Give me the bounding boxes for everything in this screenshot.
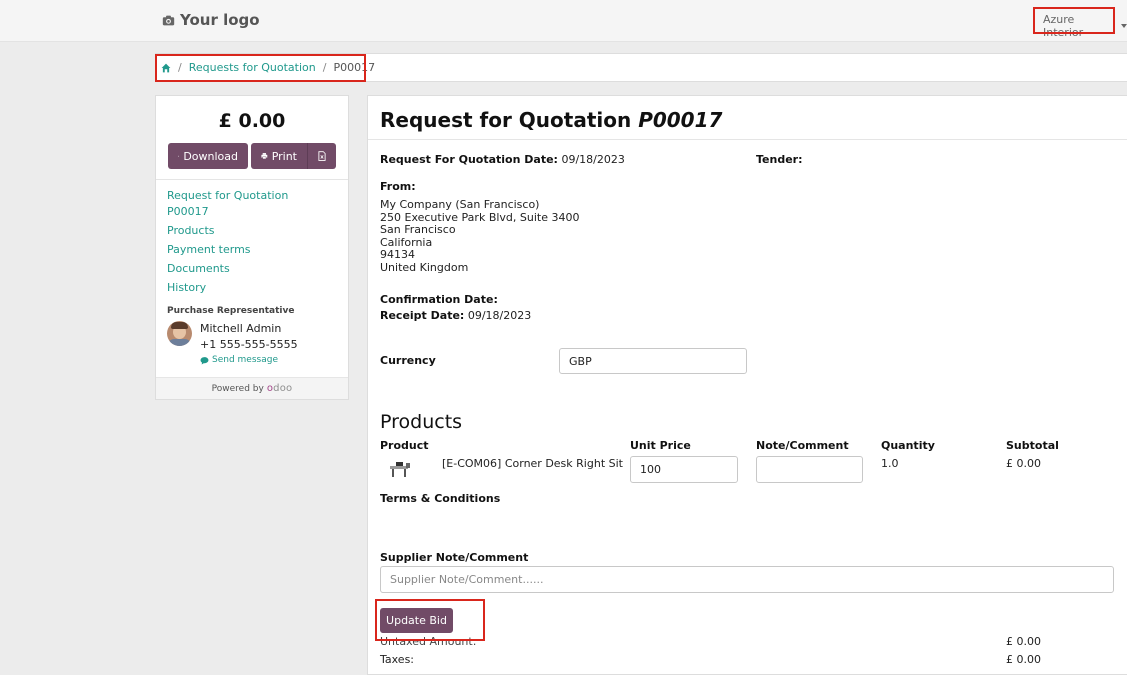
product-image xyxy=(390,462,410,477)
download-icon xyxy=(178,155,180,157)
print-icon xyxy=(261,153,268,160)
col-quantity: Quantity xyxy=(881,439,935,452)
sidebar-item-rfq[interactable]: Request for Quotation xyxy=(167,188,348,204)
main-panel: Request for Quotation P00017 Request For… xyxy=(367,95,1127,675)
terms-label: Terms & Conditions xyxy=(380,492,501,505)
sidebar-card: £ 0.00 Download Print Request for Quotat… xyxy=(155,95,349,400)
rfq-date-label: Request For Quotation Date: xyxy=(380,153,558,166)
logo-text: Your logo xyxy=(180,11,260,29)
top-navbar: Your logo Azure Interior xyxy=(0,0,1127,42)
supplier-note-input[interactable]: Supplier Note/Comment...... xyxy=(380,566,1114,593)
powered-by-label: Powered by xyxy=(211,383,264,394)
col-product: Product xyxy=(380,439,429,452)
powered-by-footer: Powered by odoo xyxy=(156,377,348,399)
taxes-label: Taxes: xyxy=(380,653,415,666)
rep-name: Mitchell Admin xyxy=(200,322,282,335)
address-line: My Company (San Francisco) xyxy=(380,198,540,211)
address-line: San Francisco xyxy=(380,223,456,237)
title-prefix: Request for Quotation xyxy=(380,108,632,132)
annotation-highlight xyxy=(1033,7,1115,34)
print-button[interactable]: Print xyxy=(251,143,307,169)
file-icon xyxy=(318,151,326,161)
action-buttons: Download Print xyxy=(168,143,348,169)
unit-price-input[interactable]: 100 xyxy=(630,456,738,483)
export-button[interactable] xyxy=(307,143,336,169)
company-logo[interactable]: Your logo xyxy=(162,11,260,29)
print-label: Print xyxy=(271,149,297,163)
rep-phone: +1 555-555-5555 xyxy=(200,338,298,351)
sidebar-nav: Request for Quotation P00017 Products Pa… xyxy=(167,188,348,296)
sidebar-item-documents[interactable]: Documents xyxy=(167,261,348,277)
comment-icon xyxy=(200,356,209,364)
send-message-link[interactable]: Send message xyxy=(200,355,298,365)
rfq-date-row: Request For Quotation Date: 09/18/2023 xyxy=(380,153,625,166)
untaxed-value: £ 0.00 xyxy=(1006,635,1041,648)
col-unit-price: Unit Price xyxy=(630,439,691,452)
confirmation-date-label: Confirmation Date: xyxy=(380,293,498,306)
from-label: From: xyxy=(380,180,416,193)
supplier-note-label: Supplier Note/Comment xyxy=(380,551,529,564)
avatar xyxy=(167,321,192,346)
from-address: My Company (San Francisco) 250 Executive… xyxy=(380,198,579,275)
download-label: Download xyxy=(183,149,238,163)
receipt-date-label: Receipt Date: xyxy=(380,309,465,322)
sidebar-item-rfq-ref[interactable]: P00017 xyxy=(167,204,348,220)
currency-label: Currency xyxy=(380,354,436,367)
product-subtotal: £ 0.00 xyxy=(1006,457,1041,470)
sidebar-item-history[interactable]: History xyxy=(167,280,348,296)
title-ref: P00017 xyxy=(638,108,723,132)
camera-icon xyxy=(162,15,175,25)
col-subtotal: Subtotal xyxy=(1006,439,1059,452)
caret-down-icon xyxy=(1121,24,1127,28)
receipt-date-value: 09/18/2023 xyxy=(467,309,532,322)
tender-label: Tender: xyxy=(756,153,803,166)
sidebar-item-products[interactable]: Products xyxy=(167,223,348,239)
title-divider xyxy=(368,139,1127,140)
send-message-label: Send message xyxy=(212,355,278,365)
rep-block: Mitchell Admin +1 555-555-5555 Send mess… xyxy=(167,321,348,365)
product-name: [E-COM06] Corner Desk Right Sit xyxy=(442,457,623,470)
receipt-date-row: Receipt Date: 09/18/2023 xyxy=(380,309,531,322)
product-quantity: 1.0 xyxy=(881,457,899,470)
col-note: Note/Comment xyxy=(756,439,849,452)
rfq-date-value: 09/18/2023 xyxy=(561,153,625,166)
note-comment-input[interactable] xyxy=(756,456,863,483)
annotation-highlight xyxy=(155,54,366,82)
address-line: United Kingdom xyxy=(380,260,469,274)
currency-field[interactable]: GBP xyxy=(559,348,747,374)
sidebar-divider xyxy=(156,179,348,180)
odoo-logo[interactable]: odoo xyxy=(267,383,293,394)
products-heading: Products xyxy=(380,411,463,433)
download-button[interactable]: Download xyxy=(168,143,248,169)
annotation-highlight xyxy=(375,599,485,641)
page-title: Request for Quotation P00017 xyxy=(380,108,722,132)
rep-title: Purchase Representative xyxy=(167,306,295,316)
taxes-value: £ 0.00 xyxy=(1006,653,1041,666)
sidebar-item-payment-terms[interactable]: Payment terms xyxy=(167,242,348,258)
total-amount: £ 0.00 xyxy=(218,110,286,132)
